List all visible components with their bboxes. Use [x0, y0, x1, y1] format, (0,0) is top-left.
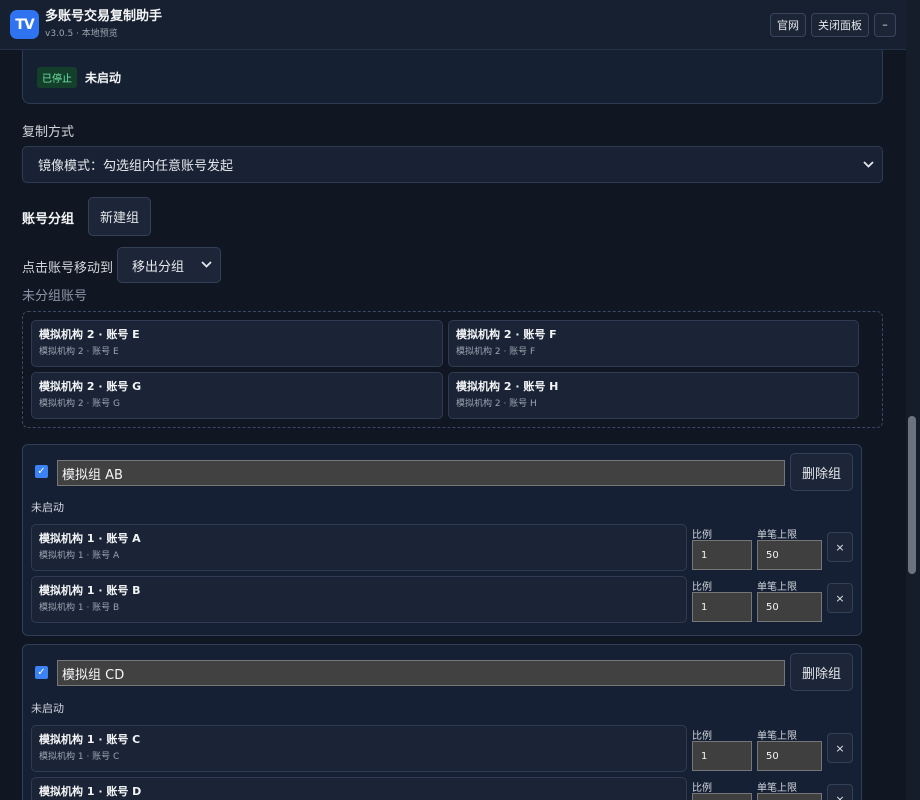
remove-member-button[interactable]: ×	[827, 583, 853, 613]
ungrouped-label: 未分组账号	[22, 289, 88, 304]
group-enable-checkbox[interactable]: ✓	[35, 666, 48, 679]
limit-input[interactable]: 50	[757, 592, 822, 622]
group-name-input[interactable]: 模拟组 CD	[57, 660, 785, 686]
account-name: 模拟机构 2 · 账号 G	[39, 380, 142, 393]
group-card: ✓ 模拟组 AB 删除组 未启动 模拟机构 1 · 账号 A 模拟机构 1 · …	[22, 444, 862, 636]
ratio-input[interactable]: 1	[692, 741, 752, 771]
account-name: 模拟机构 2 · 账号 E	[39, 328, 140, 341]
account-name: 模拟机构 1 · 账号 C	[39, 733, 141, 746]
group-status: 未启动	[31, 702, 64, 715]
delete-group-button[interactable]: 删除组	[790, 653, 853, 691]
group-member-card[interactable]: 模拟机构 1 · 账号 A 模拟机构 1 · 账号 A	[31, 524, 687, 571]
group-name-input[interactable]: 模拟组 AB	[57, 460, 785, 486]
account-name: 模拟机构 2 · 账号 H	[456, 380, 559, 393]
copy-mode-value: 镜像模式：勾选组内任意账号发起	[38, 159, 234, 174]
panel-content: 已停止 未启动 复制方式 镜像模式：勾选组内任意账号发起 账号分组 新建组 点击…	[0, 50, 906, 800]
group-member-card[interactable]: 模拟机构 1 · 账号 C 模拟机构 1 · 账号 C	[31, 725, 687, 772]
close-panel-button[interactable]: 关闭面板	[811, 12, 869, 37]
ratio-input[interactable]: 1	[692, 592, 752, 622]
remove-member-button[interactable]: ×	[827, 784, 853, 800]
scrollbar-thumb[interactable]	[908, 416, 916, 574]
ratio-label: 比例	[692, 582, 712, 593]
account-subtitle: 模拟机构 1 · 账号 C	[39, 752, 120, 762]
minimize-button[interactable]: –	[874, 12, 896, 37]
status-badge: 已停止	[37, 66, 77, 88]
remove-member-button[interactable]: ×	[827, 733, 853, 763]
chevron-down-icon	[863, 158, 874, 171]
remove-member-button[interactable]: ×	[827, 532, 853, 562]
account-name: 模拟机构 1 · 账号 D	[39, 785, 142, 798]
limit-input[interactable]: 50	[757, 741, 822, 771]
copy-mode-label: 复制方式	[22, 125, 75, 140]
header-actions: 官网 关闭面板 –	[770, 12, 896, 37]
group-status: 未启动	[31, 501, 64, 514]
scrollbar-track[interactable]	[906, 0, 920, 800]
move-to-label: 点击账号移动到	[22, 261, 114, 276]
move-target-select[interactable]: 移出分组	[117, 247, 221, 283]
account-subtitle: 模拟机构 2 · 账号 G	[39, 399, 121, 409]
limit-label: 单笔上限	[757, 530, 797, 541]
limit-input[interactable]: 50	[757, 540, 822, 570]
ratio-label: 比例	[692, 783, 712, 794]
account-subtitle: 模拟机构 2 · 账号 F	[456, 347, 536, 357]
ratio-input[interactable]	[692, 793, 752, 800]
app-version: v3.0.5 · 本地预览	[45, 28, 118, 39]
ungrouped-account-card[interactable]: 模拟机构 2 · 账号 E 模拟机构 2 · 账号 E	[31, 320, 443, 367]
official-site-button[interactable]: 官网	[770, 12, 806, 37]
app-logo: TV	[10, 10, 39, 39]
account-subtitle: 模拟机构 1 · 账号 A	[39, 551, 120, 561]
account-subtitle: 模拟机构 2 · 账号 H	[456, 399, 537, 409]
move-target-value: 移出分组	[132, 259, 185, 275]
limit-label: 单笔上限	[757, 731, 797, 742]
app-title: 多账号交易复制助手	[45, 8, 163, 24]
limit-label: 单笔上限	[757, 783, 797, 794]
delete-group-button[interactable]: 删除组	[790, 453, 853, 491]
account-name: 模拟机构 1 · 账号 A	[39, 532, 141, 545]
group-member-card[interactable]: 模拟机构 1 · 账号 B 模拟机构 1 · 账号 B	[31, 576, 687, 623]
ratio-label: 比例	[692, 530, 712, 541]
group-enable-checkbox[interactable]: ✓	[35, 465, 48, 478]
groups-section-title: 账号分组	[22, 212, 75, 227]
limit-input[interactable]	[757, 793, 822, 800]
ungrouped-account-card[interactable]: 模拟机构 2 · 账号 G 模拟机构 2 · 账号 G	[31, 372, 443, 419]
copy-mode-select[interactable]: 镜像模式：勾选组内任意账号发起	[22, 146, 883, 183]
account-name: 模拟机构 1 · 账号 B	[39, 584, 141, 597]
account-name: 模拟机构 2 · 账号 F	[456, 328, 557, 341]
group-card: ✓ 模拟组 CD 删除组 未启动 模拟机构 1 · 账号 C 模拟机构 1 · …	[22, 644, 862, 800]
ratio-label: 比例	[692, 731, 712, 742]
chevron-down-icon	[201, 259, 212, 272]
limit-label: 单笔上限	[757, 582, 797, 593]
new-group-button[interactable]: 新建组	[88, 197, 151, 236]
ratio-input[interactable]: 1	[692, 540, 752, 570]
account-subtitle: 模拟机构 1 · 账号 B	[39, 603, 120, 613]
status-card: 已停止 未启动	[22, 50, 883, 104]
status-text: 未启动	[85, 70, 122, 85]
group-member-card[interactable]: 模拟机构 1 · 账号 D	[31, 777, 687, 800]
title-block: 多账号交易复制助手 v3.0.5 · 本地预览	[45, 9, 162, 41]
ungrouped-account-card[interactable]: 模拟机构 2 · 账号 F 模拟机构 2 · 账号 F	[448, 320, 859, 367]
ungrouped-account-card[interactable]: 模拟机构 2 · 账号 H 模拟机构 2 · 账号 H	[448, 372, 859, 419]
account-subtitle: 模拟机构 2 · 账号 E	[39, 347, 119, 357]
app-header: TV 多账号交易复制助手 v3.0.5 · 本地预览 官网 关闭面板 –	[0, 0, 906, 50]
